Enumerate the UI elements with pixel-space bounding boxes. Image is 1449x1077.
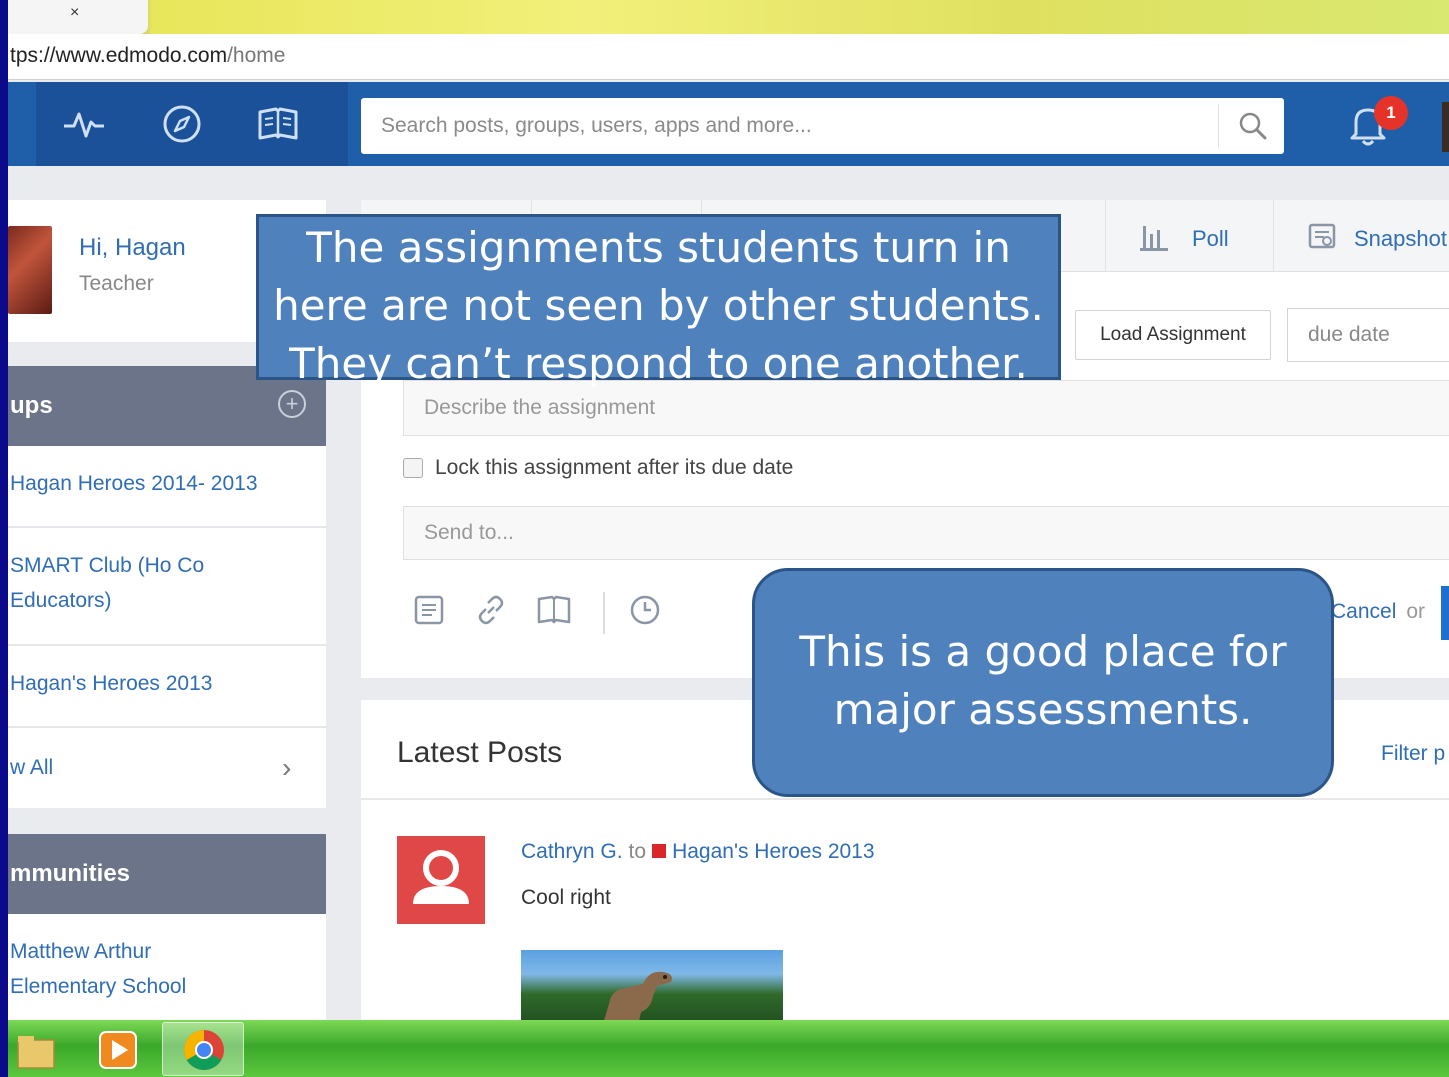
lock-assignment-label: Lock this assignment after its due date	[435, 456, 794, 479]
notification-badge[interactable]: 1	[1374, 96, 1408, 130]
cancel-link[interactable]: Cancel or	[1331, 600, 1425, 624]
chevron-right-icon: ›	[282, 752, 292, 783]
address-bar[interactable]: tps://www.edmodo.com/home	[8, 34, 1449, 80]
file-icon[interactable]	[413, 594, 445, 626]
search-input[interactable]	[381, 98, 1201, 154]
compass-icon[interactable]	[160, 104, 204, 144]
cancel-label[interactable]: Cancel	[1331, 600, 1396, 623]
sidebar-item-label: Hagan's Heroes 2013	[10, 672, 213, 695]
sidebar-item-label: Hagan Heroes 2014- 2013	[10, 472, 258, 495]
snapshot-icon	[1308, 223, 1336, 249]
profile-greeting[interactable]: Hi, Hagan	[79, 234, 186, 262]
tab-snapshot[interactable]: Snapshot	[1273, 200, 1449, 272]
group-color-icon	[652, 844, 667, 858]
load-assignment-button[interactable]: Load Assignment	[1075, 310, 1271, 360]
pulse-icon[interactable]	[62, 104, 106, 144]
nav-avatar[interactable]	[1442, 102, 1449, 152]
tab-snapshot-label: Snapshot	[1354, 226, 1447, 251]
poll-icon	[1140, 226, 1168, 251]
sidebar-item-group[interactable]: SMART Club (Ho Co Educators)	[8, 528, 326, 646]
file-explorer-icon[interactable]	[10, 1024, 90, 1074]
tab-poll-label: Poll	[1192, 226, 1229, 251]
communities-header-label: mmunities	[10, 860, 131, 887]
url-host: tps://www.edmodo.com	[10, 44, 228, 67]
search-divider	[1218, 104, 1219, 148]
callout-bottom: This is a good place for major assessmen…	[752, 568, 1334, 797]
avatar[interactable]	[8, 226, 52, 314]
or-label: or	[1406, 600, 1426, 623]
browser-tab-strip: ×	[8, 0, 1449, 34]
post-avatar[interactable]	[397, 836, 485, 924]
taskbar	[8, 1020, 1449, 1077]
screen: × tps://www.edmodo.com/home Search posts…	[8, 0, 1449, 1077]
sidebar-item-label: Matthew Arthur Elementary School	[10, 940, 187, 998]
post-group[interactable]: Hagan's Heroes 2013	[672, 840, 874, 863]
post-image[interactable]	[521, 950, 783, 1030]
groups-header-label: ups	[10, 392, 53, 419]
media-player-icon[interactable]	[88, 1024, 168, 1074]
latest-posts-title: Latest Posts	[397, 736, 563, 769]
tab-close-icon[interactable]: ×	[70, 4, 79, 22]
filter-posts-link[interactable]: Filter p	[1381, 742, 1445, 766]
toolbar-divider	[603, 592, 605, 634]
lock-assignment-checkbox[interactable]	[403, 458, 423, 478]
chrome-icon	[184, 1030, 224, 1070]
sidebar-view-all[interactable]: w All ›	[8, 728, 326, 808]
search-icon[interactable]	[1237, 110, 1269, 142]
library-icon[interactable]	[537, 594, 571, 626]
nav-icon-group	[36, 82, 348, 166]
top-nav: 1	[8, 82, 1449, 166]
send-button[interactable]	[1441, 586, 1449, 640]
callout-top: The assignments students turn in here ar…	[256, 214, 1061, 388]
sidebar-item-group[interactable]: Hagan Heroes 2014- 2013	[8, 446, 326, 528]
sidebar-item-community[interactable]: Matthew Arthur Elementary School	[8, 914, 326, 1024]
sidebar-item-group[interactable]: Hagan's Heroes 2013	[8, 646, 326, 728]
user-icon	[413, 850, 469, 904]
post-header: Cathryn G. to Hagan's Heroes 2013	[521, 840, 875, 864]
tab-poll[interactable]: Poll	[1105, 200, 1265, 272]
post-text: Cool right	[521, 886, 611, 909]
url-text[interactable]: tps://www.edmodo.com/home	[10, 44, 285, 68]
search-bar	[361, 98, 1284, 154]
clock-icon[interactable]	[629, 594, 661, 626]
profile-role: Teacher	[79, 272, 154, 295]
chrome-taskbar-button[interactable]	[162, 1022, 244, 1076]
url-path: /home	[227, 44, 286, 67]
send-to-field[interactable]: Send to...	[403, 506, 1449, 560]
view-all-label: w All	[10, 756, 54, 779]
link-icon[interactable]	[475, 594, 507, 626]
browser-tab[interactable]: ×	[8, 0, 148, 34]
sidebar-item-label: SMART Club (Ho Co Educators)	[10, 554, 205, 612]
due-date-field[interactable]: due date	[1287, 308, 1449, 362]
post-author[interactable]: Cathryn G.	[521, 840, 623, 863]
add-group-icon[interactable]: +	[278, 390, 306, 418]
callout-bottom-text: This is a good place for major assessmen…	[799, 627, 1287, 734]
divider	[361, 798, 1449, 800]
communities-header: mmunities	[8, 834, 326, 914]
book-icon[interactable]	[256, 104, 300, 144]
callout-top-text: The assignments students turn in here ar…	[273, 223, 1044, 388]
post-to: to	[628, 840, 647, 863]
